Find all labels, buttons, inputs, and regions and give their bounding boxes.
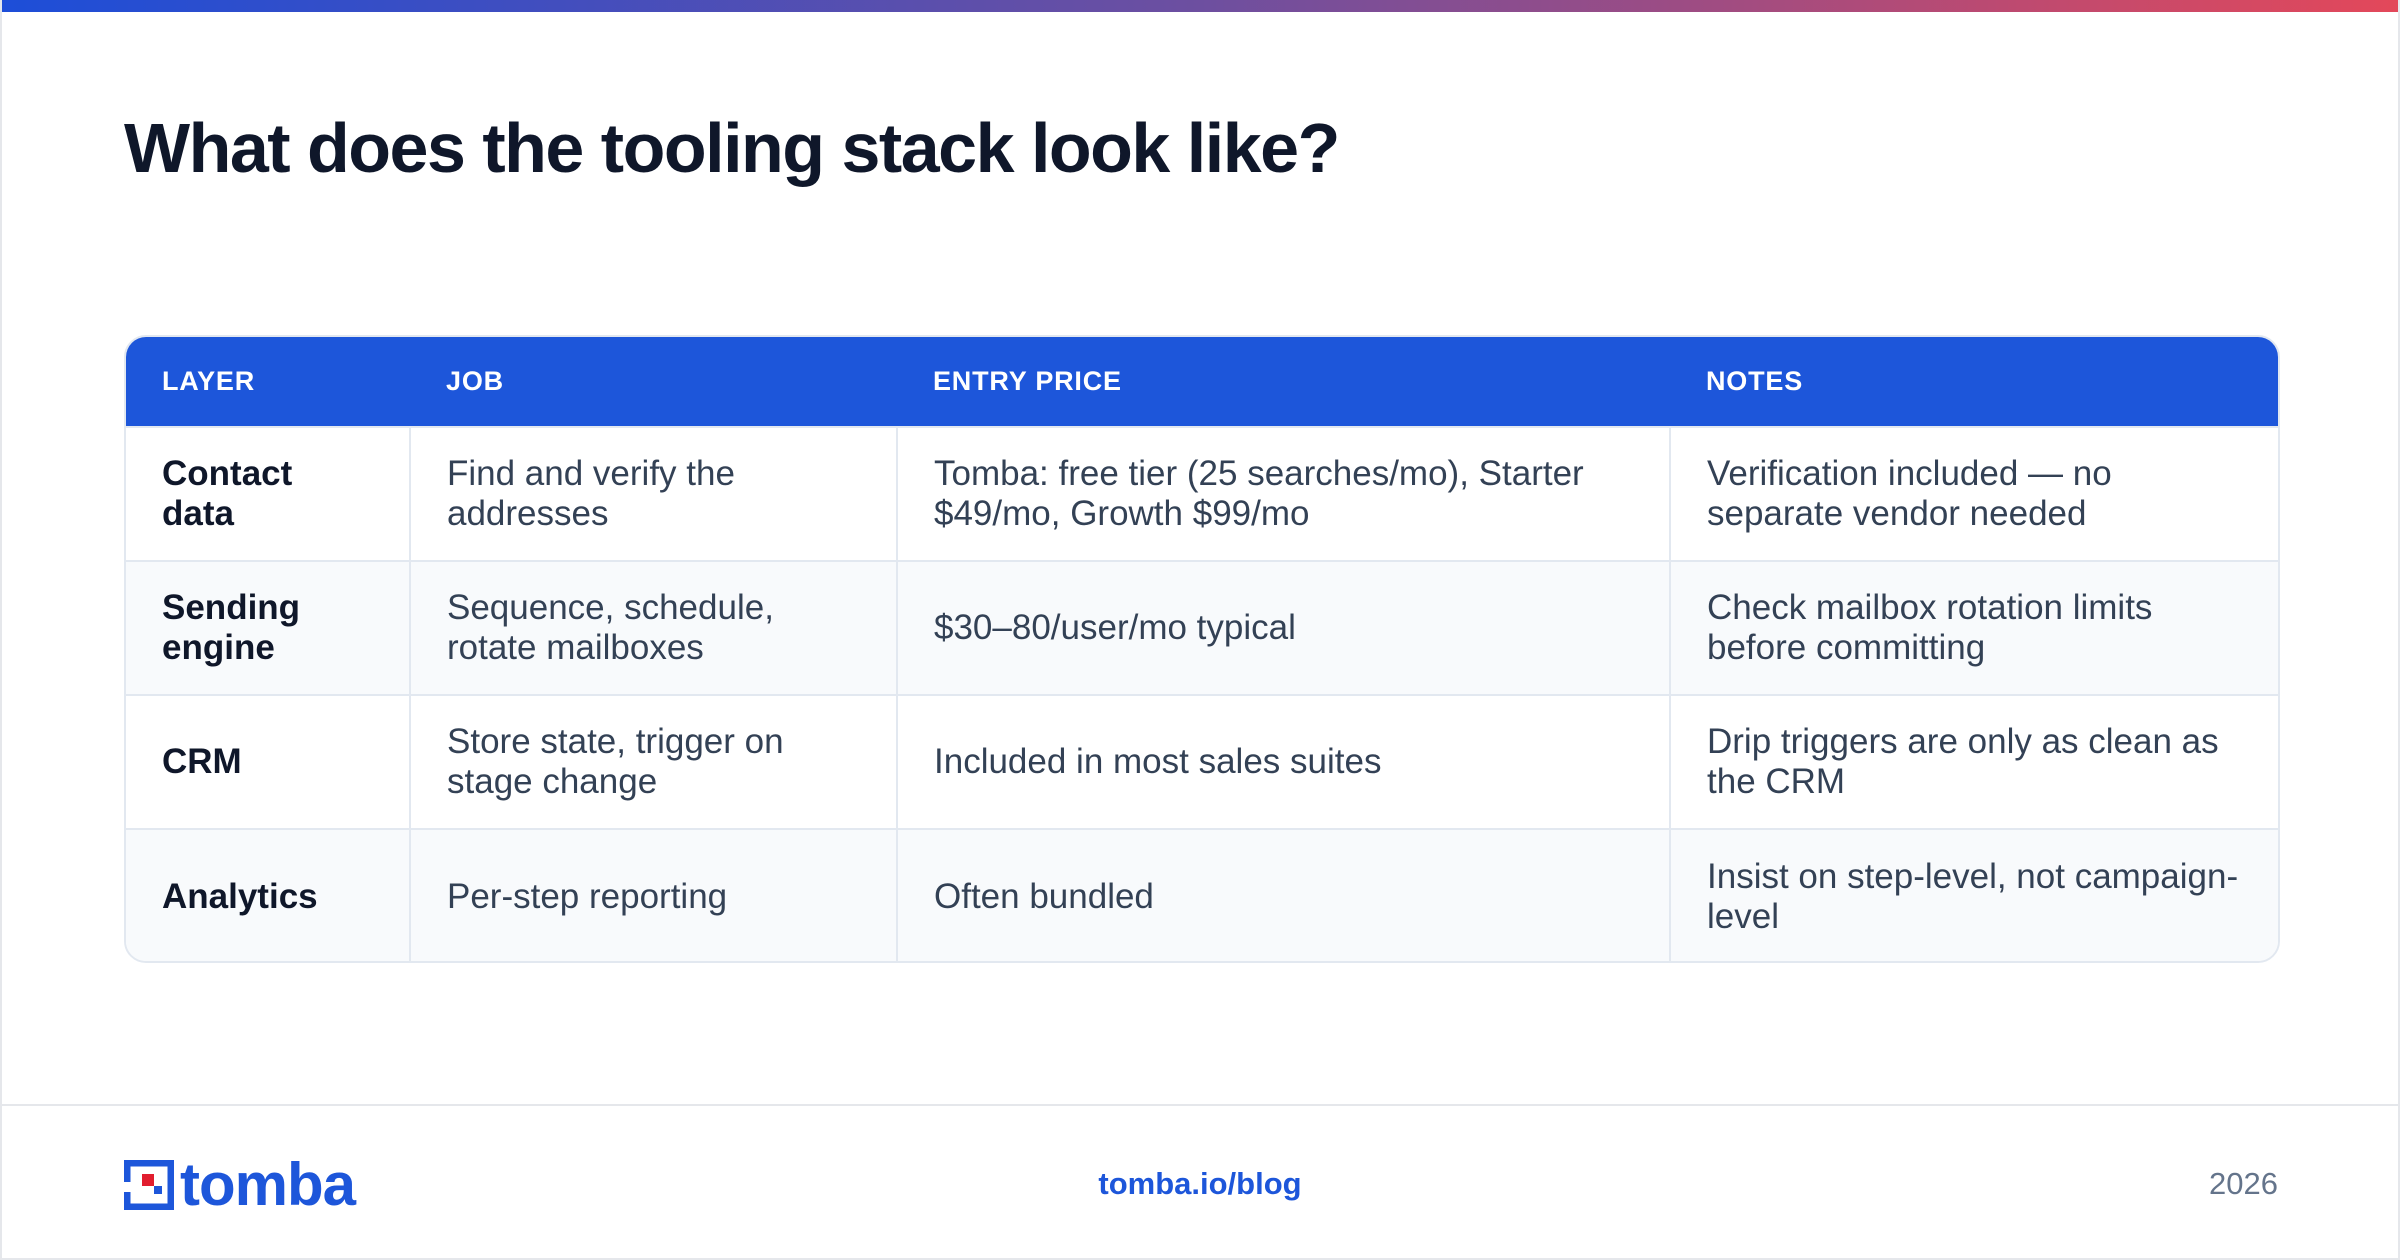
- table-row: Sending engine Sequence, schedule, rotat…: [126, 560, 2278, 695]
- table-row: CRM Store state, trigger on stage change…: [126, 694, 2278, 829]
- blog-link[interactable]: tomba.io/blog: [2, 1166, 2398, 1202]
- cell-notes: Verification included — no separate vend…: [1669, 426, 2278, 561]
- cell-notes: Drip triggers are only as clean as the C…: [1669, 694, 2278, 829]
- slide: What does the tooling stack look like? L…: [0, 0, 2400, 1260]
- cell-job: Sequence, schedule, rotate mailboxes: [409, 560, 897, 695]
- cell-job: Store state, trigger on stage change: [409, 694, 897, 829]
- cell-layer: Contact data: [126, 426, 410, 561]
- table-row: Analytics Per-step reporting Often bundl…: [126, 828, 2278, 961]
- table-header-row: LAYER JOB ENTRY PRICE NOTES: [126, 337, 2278, 427]
- cell-layer: Analytics: [126, 828, 410, 961]
- cell-notes: Check mailbox rotation limits before com…: [1669, 560, 2278, 695]
- cell-price: Often bundled: [896, 828, 1670, 961]
- cell-price: $30–80/user/mo typical: [896, 560, 1670, 695]
- cell-layer: Sending engine: [126, 560, 410, 695]
- cell-layer: CRM: [126, 694, 410, 829]
- header-entry-price: ENTRY PRICE: [897, 337, 1670, 427]
- table-row: Contact data Find and verify the address…: [126, 426, 2278, 561]
- cell-job: Find and verify the addresses: [409, 426, 897, 561]
- cell-price: Tomba: free tier (25 searches/mo), Start…: [896, 426, 1670, 561]
- cell-job: Per-step reporting: [409, 828, 897, 961]
- page-title: What does the tooling stack look like?: [124, 109, 1340, 187]
- header-job: JOB: [410, 337, 897, 427]
- header-notes: NOTES: [1670, 337, 2278, 427]
- cell-notes: Insist on step-level, not campaign-level: [1669, 828, 2278, 961]
- footer-year: 2026: [2209, 1166, 2278, 1201]
- header-layer: LAYER: [126, 337, 410, 427]
- tooling-table: LAYER JOB ENTRY PRICE NOTES Contact data…: [124, 335, 2280, 963]
- cell-price: Included in most sales suites: [896, 694, 1670, 829]
- gradient-top-bar: [2, 0, 2398, 12]
- footer: tomba tomba.io/blog 2026: [2, 1104, 2398, 1260]
